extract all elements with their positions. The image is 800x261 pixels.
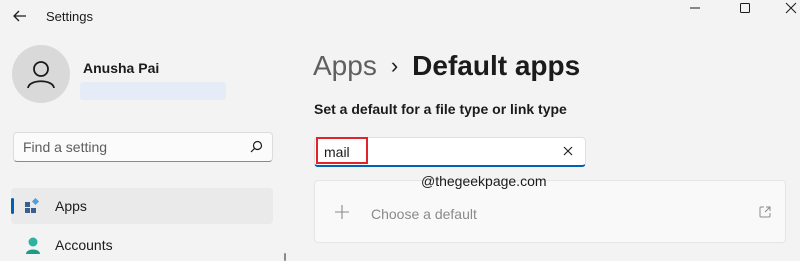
sidebar-item-apps[interactable]: Apps <box>11 188 273 224</box>
user-email-redacted <box>80 82 226 100</box>
sidebar-item-label: Apps <box>55 198 87 214</box>
annotation-highlight <box>316 137 368 164</box>
close-icon <box>785 2 797 14</box>
user-name: Anusha Pai <box>83 60 160 76</box>
search-icon[interactable] <box>248 139 264 155</box>
breadcrumb: Apps › Default apps <box>313 48 580 84</box>
user-icon <box>27 61 55 89</box>
settings-search-box[interactable] <box>13 132 273 162</box>
breadcrumb-separator: › <box>390 53 399 78</box>
back-arrow-icon <box>13 10 26 22</box>
accounts-icon <box>26 237 40 254</box>
title-bar: Settings <box>0 0 800 34</box>
page-title: Default apps <box>412 50 581 81</box>
selected-indicator <box>11 198 14 214</box>
minimize-icon <box>690 7 700 9</box>
open-external-icon[interactable] <box>758 205 772 219</box>
section-label: Set a default for a file type or link ty… <box>314 101 567 117</box>
choose-default-label: Choose a default <box>371 206 477 222</box>
sidebar-item-accounts[interactable]: Accounts <box>11 227 273 261</box>
watermark: @thegeekpage.com <box>421 173 547 189</box>
plus-icon <box>335 205 349 219</box>
close-button[interactable] <box>768 0 800 16</box>
scrollbar[interactable] <box>284 253 286 261</box>
window-title: Settings <box>46 9 93 24</box>
settings-search-input[interactable] <box>23 138 243 156</box>
maximize-icon <box>740 3 750 13</box>
sidebar-item-label: Accounts <box>55 237 113 253</box>
choose-default-card[interactable]: Choose a default <box>314 180 786 243</box>
apps-icon <box>25 197 40 213</box>
avatar[interactable] <box>12 45 70 103</box>
minimize-button[interactable] <box>672 0 718 16</box>
breadcrumb-parent[interactable]: Apps <box>313 50 377 82</box>
clear-icon[interactable] <box>561 144 575 158</box>
back-button[interactable] <box>6 4 34 28</box>
maximize-button[interactable] <box>722 0 768 16</box>
